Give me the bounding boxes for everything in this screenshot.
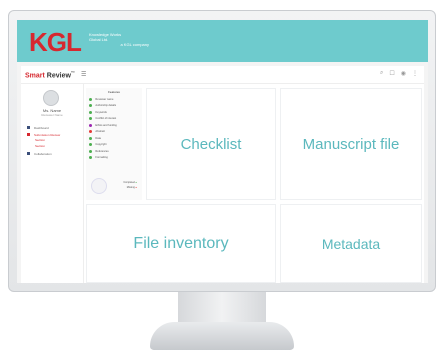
sidebar: Ms. Name Reviewer Name Dashboard Submiss…	[21, 84, 84, 283]
user-role: Reviewer Name	[41, 113, 63, 117]
checklist-item-label: Ethics and funding	[95, 123, 117, 127]
window-icon[interactable]: ☐	[389, 70, 394, 77]
status-dot-icon	[89, 104, 93, 108]
checklist-summary: Completed ● Missing ●	[89, 176, 139, 196]
checklist-item-label: Abstract	[95, 130, 105, 134]
status-dot-icon	[89, 110, 93, 114]
metadata-card[interactable]: Metadata	[280, 204, 422, 283]
sidebar-item-collaboration[interactable]: Collaboration	[27, 150, 79, 157]
file-inventory-card[interactable]: File inventory	[86, 204, 276, 283]
app-window: Smart Review™ ☰ ⌕ ☐ ◉ ⋮ Ms. Name Reviewe…	[21, 66, 424, 283]
status-dot-icon	[89, 123, 93, 127]
checklist-legend: Completed ● Missing ●	[123, 180, 137, 190]
manuscript-file-card[interactable]: Manuscript file	[280, 88, 422, 200]
sidebar-item-label: Dashboard	[34, 125, 49, 130]
monitor-stand-base	[150, 322, 294, 350]
logo-tagline: Knowledge Works Global Ltd. a KGL compan…	[89, 32, 149, 47]
brand-prefix: Smart	[25, 72, 45, 80]
sidebar-item-dashboard[interactable]: Dashboard	[27, 124, 79, 131]
manuscript-card-title: Manuscript file	[302, 135, 400, 153]
status-dot-icon	[89, 130, 93, 134]
checklist-item-label: Authorship details	[95, 104, 117, 108]
checklist-card-title: Checklist	[180, 135, 242, 153]
header-banner: KGL Knowledge Works Global Ltd. a KGL co…	[17, 20, 428, 62]
checklist-panel: Features Reviewer name Authorship details…	[86, 88, 142, 200]
sidebar-item-submission-review[interactable]: Submission Review	[27, 131, 79, 138]
monitor-stand-neck	[178, 292, 266, 326]
status-dot-icon	[89, 136, 93, 140]
checklist-card[interactable]: Checklist	[146, 88, 276, 200]
nav-bullet-icon	[27, 133, 30, 136]
nav-bullet-icon	[27, 126, 30, 129]
sidebar-item-label: Collaboration	[34, 151, 52, 156]
nav-bullet-icon	[27, 152, 30, 155]
checklist-item[interactable]: Formatting	[89, 155, 139, 162]
inventory-card-title: File inventory	[133, 234, 229, 252]
status-dot-icon	[89, 156, 93, 160]
monitor-screen: KGL Knowledge Works Global Ltd. a KGL co…	[17, 20, 428, 283]
search-icon[interactable]: ⌕	[380, 70, 383, 77]
checklist-item-label: Formatting	[95, 156, 108, 160]
brand-mark: ™	[70, 70, 75, 75]
progress-ring	[91, 178, 107, 194]
app-toolbar: Smart Review™ ☰ ⌕ ☐ ◉ ⋮	[21, 66, 424, 84]
metadata-card-title: Metadata	[321, 235, 381, 252]
sidebar-item-label: Submission Review	[34, 132, 61, 137]
status-dot-icon	[89, 149, 93, 153]
checklist-item-label: Reviewer name	[95, 97, 114, 101]
status-dot-icon	[89, 143, 93, 147]
logo-line-3: a KGL company	[120, 42, 149, 47]
checklist-item-label: Conflict of interest	[95, 117, 117, 121]
toolbar-icons: ⌕ ☐ ◉ ⋮	[380, 70, 418, 77]
sidebar-nav: Dashboard Submission Review Section Sect…	[27, 124, 79, 157]
user-avatar-icon[interactable]: ◉	[401, 70, 406, 77]
checklist-panel-title: Features	[108, 90, 120, 94]
checklist-item-label: Copyright	[95, 143, 107, 147]
checklist-item-label: Keywords	[95, 110, 107, 114]
brand-suffix: Review	[44, 72, 71, 80]
checklist-item-label: References	[95, 149, 109, 153]
app-brand: Smart Review™	[25, 70, 75, 79]
kgl-logo: KGL	[29, 27, 82, 57]
checklist-list: Reviewer name Authorship details Keywords C…	[89, 96, 139, 161]
avatar	[43, 90, 59, 106]
checklist-item-label: Data	[95, 136, 101, 140]
status-dot-icon	[89, 97, 93, 101]
status-dot-icon	[89, 117, 93, 121]
legend-missing: Missing ●	[126, 186, 137, 189]
more-icon[interactable]: ⋮	[412, 70, 418, 77]
menu-icon[interactable]: ☰	[81, 71, 86, 78]
